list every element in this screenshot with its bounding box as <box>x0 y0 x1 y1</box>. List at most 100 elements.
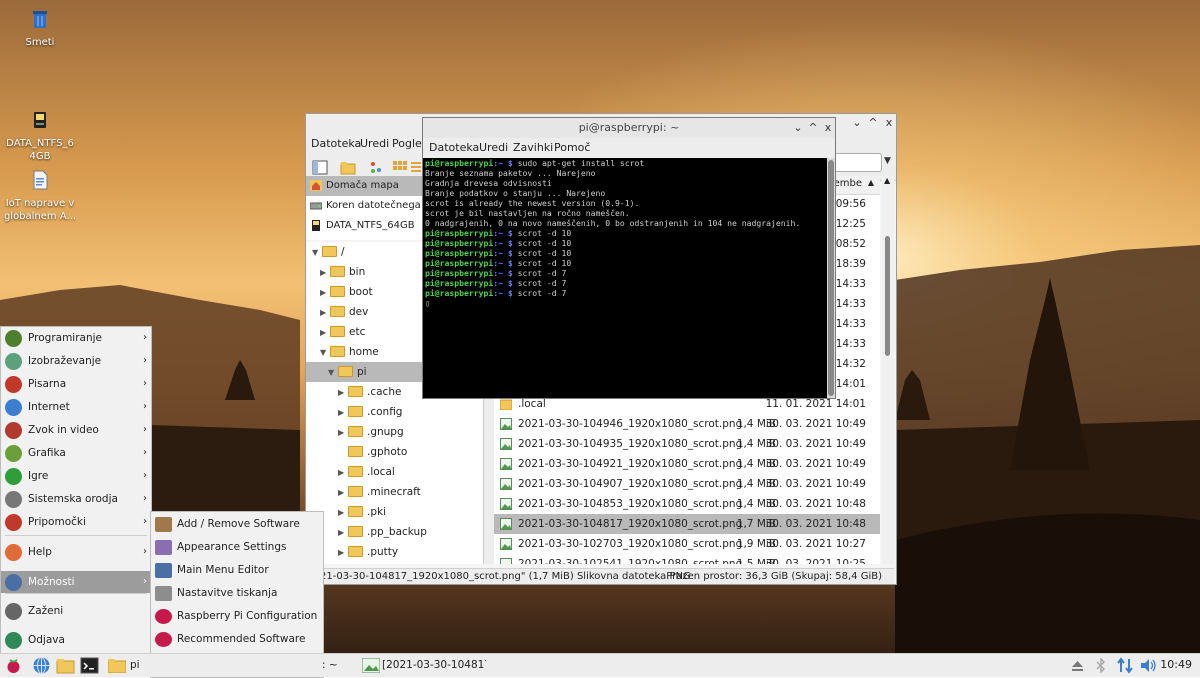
file-name: 2021-03-30-104946_1920x1080_scrot.png <box>518 418 743 430</box>
expand-right-icon[interactable]: ▶ <box>338 483 348 503</box>
menu-item-games[interactable]: Igre › <box>1 465 151 487</box>
submenu-item-nastavitve-tiskanja[interactable]: Nastavitve tiskanja <box>151 582 323 605</box>
expand-right-icon[interactable]: ▶ <box>338 423 348 443</box>
submenu-item-recommended-software[interactable]: Recommended Software <box>151 628 323 651</box>
expand-down-icon[interactable]: ▼ <box>320 343 330 363</box>
chevron-down-icon[interactable]: ▼ <box>884 156 891 166</box>
scroll-up-icon[interactable]: ▲ <box>884 176 890 185</box>
menu-item-run[interactable]: Zaženi <box>1 600 151 622</box>
tree-item-content: ▼ pi <box>328 362 367 383</box>
menu-item-help[interactable]: Help › <box>1 541 151 563</box>
file-manager-icon[interactable] <box>56 656 75 675</box>
terminal-icon[interactable] <box>80 656 99 675</box>
expand-right-icon[interactable]: ▶ <box>338 463 348 483</box>
maximize-icon[interactable]: ^ <box>806 118 820 138</box>
menu-item-sound-video[interactable]: Zvok in video › <box>1 419 151 441</box>
submenu-item-raspberry-pi-configuration[interactable]: Raspberry Pi Configuration <box>151 605 323 628</box>
menu-item-programming[interactable]: Programiranje › <box>1 327 151 349</box>
menu-item-office[interactable]: Pisarna › <box>1 373 151 395</box>
expand-right-icon[interactable]: ▶ <box>338 503 348 523</box>
clock[interactable]: 10:49 <box>1160 654 1192 676</box>
expand-down-icon[interactable]: ▼ <box>312 243 322 263</box>
table-row[interactable]: 2021-03-30-102541_1920x1080_scrot.png 1,5… <box>494 554 880 564</box>
expand-right-icon[interactable]: ▶ <box>320 303 330 323</box>
tree-item-label: boot <box>349 286 373 298</box>
terminal-line: scrot je bil nastavljen na ročno namešče… <box>425 208 828 218</box>
games-icon <box>5 468 22 485</box>
menu-item-system-tools[interactable]: Sistemska orodja › <box>1 488 151 510</box>
menu-item-preferences[interactable]: Možnosti › <box>1 571 151 593</box>
icon-view-icon[interactable] <box>392 160 408 175</box>
menu-item-accessories[interactable]: Pripomočki › <box>1 511 151 533</box>
close-icon[interactable]: x <box>821 118 835 138</box>
raspberry-menu-icon[interactable] <box>4 656 23 675</box>
expand-right-icon[interactable]: ▶ <box>320 323 330 343</box>
browser-icon[interactable] <box>32 656 51 675</box>
sort-icon[interactable] <box>368 160 384 175</box>
file-modified: 30. 03. 2021 10:49 <box>765 438 866 450</box>
desktop-icon-trash[interactable]: Smeti <box>0 8 80 49</box>
close-icon[interactable]: x <box>882 116 896 130</box>
menu-tabs[interactable]: Zavihki <box>513 141 553 154</box>
submenu-item-main-menu-editor[interactable]: Main Menu Editor <box>151 559 323 582</box>
network-icon[interactable] <box>1117 657 1133 674</box>
terminal-scrollbar[interactable] <box>827 158 835 398</box>
tree-item-label: .putty <box>367 546 399 558</box>
folder-icon <box>348 506 363 517</box>
terminal-titlebar[interactable]: pi@raspberrypi: ~ ⌄ ^ x <box>423 118 835 138</box>
taskbar-task-image-viewer[interactable]: [2021-03-30-104817_... <box>362 655 486 676</box>
expand-right-icon[interactable]: ▶ <box>338 543 348 563</box>
sidebar-toggle-icon[interactable] <box>312 160 328 175</box>
expand-right-icon[interactable]: ▶ <box>338 383 348 403</box>
table-row[interactable]: 2021-03-30-104907_1920x1080_scrot.png 1,4… <box>494 474 880 494</box>
taskbar-task-terminal[interactable]: : ~ <box>322 655 352 676</box>
menu-editor-icon <box>155 563 172 578</box>
table-row[interactable]: 2021-03-30-104853_1920x1080_scrot.png 1,4… <box>494 494 880 514</box>
status-selection: 21-03-30-104817_1920x1080_scrot.png" (1,… <box>320 571 691 582</box>
menu-item-logout[interactable]: Odjava <box>1 629 151 651</box>
submenu-item-label: Recommended Software <box>177 633 306 645</box>
path-input[interactable] <box>834 153 882 172</box>
expand-right-icon[interactable]: ▶ <box>320 283 330 303</box>
file-modified: 30. 03. 2021 10:49 <box>765 458 866 470</box>
menu-item-graphics[interactable]: Grafika › <box>1 442 151 464</box>
menu-file[interactable]: Datoteka <box>311 137 361 150</box>
menu-help[interactable]: Pomoč <box>554 141 590 154</box>
table-row[interactable]: 2021-03-30-102703_1920x1080_scrot.png 1,9… <box>494 534 880 554</box>
maximize-icon[interactable]: ^ <box>866 116 880 130</box>
expand-right-icon[interactable]: ▶ <box>338 523 348 543</box>
folder-icon <box>348 546 363 557</box>
menu-item-internet[interactable]: Internet › <box>1 396 151 418</box>
menu-item-education[interactable]: Izobraževanje › <box>1 350 151 372</box>
scrollbar-thumb[interactable] <box>828 160 834 396</box>
taskbar-task-file-manager[interactable]: pi <box>108 655 156 676</box>
volume-icon[interactable] <box>1140 658 1158 673</box>
file-list-scrollbar[interactable]: ▲ <box>882 176 894 564</box>
terminal-text: Branje podatkov o stanju ... Narejeno <box>425 188 606 198</box>
minimize-icon[interactable]: ⌄ <box>791 118 805 138</box>
tree-item-label: .gnupg <box>367 426 404 438</box>
submenu-item-appearance-settings[interactable]: Appearance Settings <box>151 536 323 559</box>
scrollbar-thumb[interactable] <box>885 236 890 356</box>
table-row[interactable]: 2021-03-30-104946_1920x1080_scrot.png 1,4… <box>494 414 880 434</box>
expand-right-icon[interactable]: ▶ <box>338 403 348 423</box>
table-row[interactable]: 2021-03-30-104921_1920x1080_scrot.png 1,4… <box>494 454 880 474</box>
submenu-item-add-remove-software[interactable]: Add / Remove Software <box>151 513 323 536</box>
bluetooth-icon[interactable] <box>1095 658 1107 673</box>
eject-icon[interactable] <box>1071 659 1084 672</box>
expand-right-icon[interactable]: ▶ <box>320 263 330 283</box>
expand-down-icon[interactable]: ▼ <box>328 363 338 383</box>
terminal-line: ▯ <box>425 298 828 308</box>
terminal-output[interactable]: pi@raspberrypi:~ $ sudo apt-get install … <box>423 158 830 398</box>
tree-item-content: ▶ .putty <box>338 542 398 563</box>
menu-edit[interactable]: Uredi <box>360 137 389 150</box>
menu-file[interactable]: Datoteka <box>429 141 479 154</box>
desktop-icon-iot-document[interactable]: IoT naprave v globalnem A... <box>0 156 80 236</box>
minimize-icon[interactable]: ⌄ <box>850 116 864 130</box>
table-row[interactable]: 2021-03-30-104935_1920x1080_scrot.png 1,4… <box>494 434 880 454</box>
menu-edit[interactable]: Uredi <box>479 141 508 154</box>
new-folder-icon[interactable] <box>340 160 356 175</box>
application-menu: Programiranje › Izobraževanje › Pisarna › Inte… <box>0 326 152 655</box>
table-row[interactable]: 2021-03-30-104817_1920x1080_scrot.png 1,7… <box>494 514 880 534</box>
image-file-icon <box>500 438 512 450</box>
